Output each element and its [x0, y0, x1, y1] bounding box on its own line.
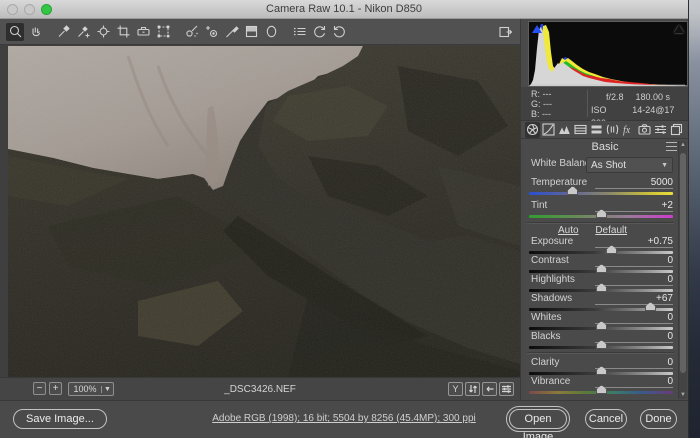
tint-value-field[interactable]: +2	[595, 200, 673, 212]
whites-slider[interactable]	[529, 327, 673, 330]
scrollbar-thumb[interactable]	[680, 153, 686, 373]
rotate-cw-icon[interactable]	[330, 23, 348, 41]
temperature-slider[interactable]	[529, 192, 673, 195]
shadows-value-field[interactable]: +67	[595, 293, 673, 305]
photo-preview[interactable]	[8, 46, 520, 377]
image-canvas-area	[0, 45, 520, 377]
auto-link[interactable]: Auto	[558, 225, 579, 236]
adjustment-brush-tool-icon[interactable]	[222, 23, 240, 41]
tab-presets-icon[interactable]	[653, 122, 668, 138]
clarity-value-field[interactable]: 0	[595, 357, 673, 369]
contrast-value-field[interactable]: 0	[595, 255, 673, 267]
exif-readout: R: --- G: --- B: --- f/2.8 180.00 s ISO …	[521, 87, 688, 121]
tab-hsl-grayscale-icon[interactable]	[573, 122, 588, 138]
contrast-label: Contrast	[531, 255, 569, 266]
hand-tool-icon[interactable]	[26, 23, 44, 41]
preview-mode-button[interactable]: Y	[448, 382, 463, 396]
swap-before-after-button[interactable]	[465, 382, 480, 396]
open-image-button[interactable]: Open Image	[509, 409, 567, 429]
whites-value-field[interactable]: 0	[595, 312, 673, 324]
highlight-clipping-toggle[interactable]	[674, 25, 684, 33]
shutter-value: 180.00 s	[635, 91, 670, 104]
workflow-options-link[interactable]: Adobe RGB (1998); 16 bit; 5504 by 8256 (…	[212, 413, 476, 424]
scroll-up-icon[interactable]: ▲	[679, 142, 687, 148]
tab-snapshots-icon[interactable]	[669, 122, 684, 138]
temperature-value-field[interactable]: 5000	[595, 177, 673, 189]
rgb-g-value: ---	[543, 99, 552, 109]
color-sampler-tool-icon[interactable]	[74, 23, 92, 41]
clarity-label: Clarity	[531, 357, 559, 368]
basic-panel-content: White Balance: As Shot ▼ Temperature 500…	[521, 155, 680, 400]
straighten-tool-icon[interactable]	[134, 23, 152, 41]
graduated-filter-tool-icon[interactable]	[242, 23, 260, 41]
aperture-value: f/2.8	[606, 91, 624, 104]
vibrance-slider[interactable]	[529, 391, 673, 394]
image-status-bar: − + 100% ▼ _DSC3426.NEF Y	[0, 377, 520, 400]
settings-panel: R: --- G: --- B: --- f/2.8 180.00 s ISO …	[520, 19, 688, 400]
vibrance-value-field[interactable]: 0	[595, 376, 673, 388]
blacks-slider[interactable]	[529, 346, 673, 349]
exposure-value-field[interactable]: +0.75	[595, 236, 673, 248]
panel-title: Basic	[521, 141, 688, 153]
default-link[interactable]: Default	[595, 225, 627, 236]
title-bar: Camera Raw 10.1 - Nikon D850	[0, 0, 688, 19]
white-balance-tool-icon[interactable]	[54, 23, 72, 41]
zoom-tool-icon[interactable]	[6, 23, 24, 41]
whites-label: Whites	[531, 312, 562, 323]
cancel-button[interactable]: Cancel	[585, 409, 627, 429]
tab-camera-calibration-icon[interactable]	[637, 122, 652, 138]
radial-filter-tool-icon[interactable]	[262, 23, 280, 41]
rgb-r-value: ---	[543, 89, 552, 99]
transform-tool-icon[interactable]	[154, 23, 172, 41]
blacks-label: Blacks	[531, 331, 560, 342]
panel-tab-strip: fx	[521, 121, 688, 139]
histogram	[528, 21, 688, 87]
tab-basic-icon[interactable]	[525, 122, 540, 138]
desktop-background	[688, 0, 700, 438]
highlights-slider[interactable]	[529, 289, 673, 292]
blacks-value-field[interactable]: 0	[595, 331, 673, 343]
tab-effects-icon[interactable]: fx	[621, 122, 636, 138]
filename-label: _DSC3426.NEF	[0, 384, 520, 395]
tint-slider[interactable]	[529, 215, 673, 218]
shadow-clipping-toggle[interactable]	[532, 25, 542, 33]
tab-detail-icon[interactable]	[557, 122, 572, 138]
tab-tone-curve-icon[interactable]	[541, 122, 556, 138]
dialog-footer: Save Image... Adobe RGB (1998); 16 bit; …	[0, 400, 688, 438]
tab-lens-corrections-icon[interactable]	[605, 122, 620, 138]
window-title: Camera Raw 10.1 - Nikon D850	[0, 3, 688, 15]
chevron-down-icon: ▼	[661, 162, 668, 169]
preferences-icon[interactable]	[290, 23, 308, 41]
white-balance-select[interactable]: As Shot ▼	[586, 157, 673, 173]
copy-settings-button[interactable]	[482, 382, 497, 396]
exposure-slider[interactable]	[529, 251, 673, 254]
red-eye-tool-icon[interactable]	[202, 23, 220, 41]
preview-preferences-button[interactable]	[499, 382, 514, 396]
shadows-label: Shadows	[531, 293, 572, 304]
highlights-value-field[interactable]: 0	[595, 274, 673, 286]
contrast-slider[interactable]	[529, 270, 673, 273]
targeted-adjustment-tool-icon[interactable]	[94, 23, 112, 41]
screen: Camera Raw 10.1 - Nikon D850	[0, 0, 700, 438]
svg-text:fx: fx	[623, 125, 631, 136]
fullscreen-toggle-icon[interactable]	[496, 23, 514, 41]
crop-tool-icon[interactable]	[114, 23, 132, 41]
highlights-label: Highlights	[531, 274, 575, 285]
rotate-ccw-icon[interactable]	[310, 23, 328, 41]
clarity-slider[interactable]	[529, 372, 673, 375]
rgb-b-value: ---	[542, 109, 551, 119]
tab-split-toning-icon[interactable]	[589, 122, 604, 138]
done-button[interactable]: Done	[640, 409, 677, 429]
panel-menu-icon[interactable]	[666, 142, 677, 151]
vibrance-label: Vibrance	[531, 376, 570, 387]
tint-label: Tint	[531, 200, 547, 211]
camera-raw-window: Camera Raw 10.1 - Nikon D850	[0, 0, 688, 438]
scroll-down-icon[interactable]: ▼	[679, 392, 687, 398]
shadows-slider[interactable]	[529, 308, 673, 311]
toolbar	[0, 19, 520, 45]
exposure-label: Exposure	[531, 236, 573, 247]
spot-removal-tool-icon[interactable]	[182, 23, 200, 41]
temperature-label: Temperature	[531, 177, 587, 188]
